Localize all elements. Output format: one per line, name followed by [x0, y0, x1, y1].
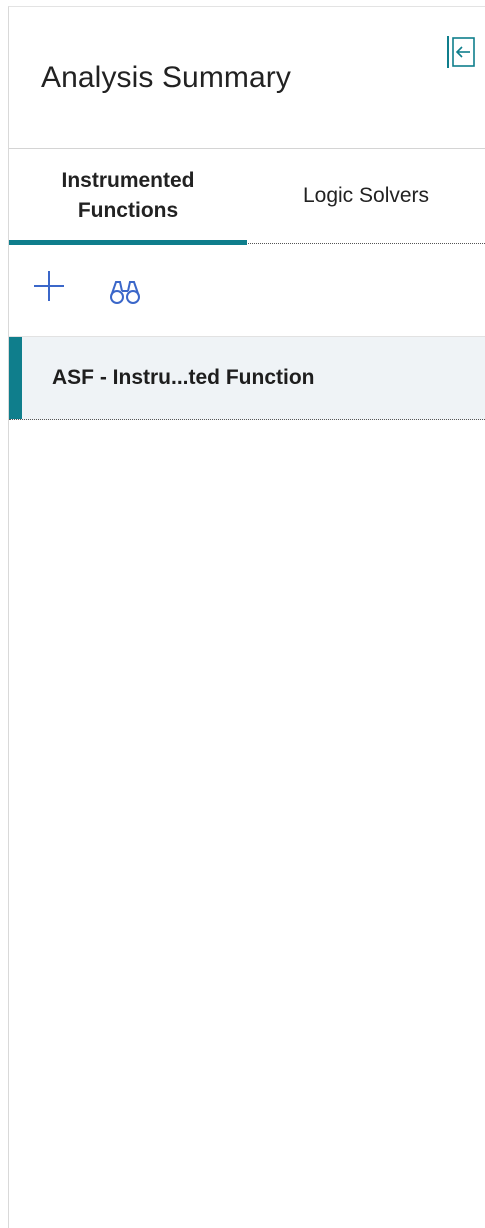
tab-label: Logic Solvers — [302, 184, 430, 207]
binoculars-icon — [110, 281, 140, 304]
tab-bar: Instrumented Functions Logic Solvers — [9, 149, 485, 245]
tab-logic-solvers[interactable]: Logic Solvers — [247, 149, 485, 243]
list-item-label: ASF - Instru...ted Function — [52, 366, 315, 389]
panel-header: Analysis Summary — [9, 7, 485, 149]
tab-instrumented-functions[interactable]: Instrumented Functions — [9, 149, 247, 243]
collapse-panel-left-icon — [447, 36, 475, 68]
analysis-summary-panel: Analysis Summary Instrumented Functions … — [8, 6, 485, 1228]
collapse-panel-button[interactable] — [441, 31, 481, 73]
selection-marker — [9, 337, 22, 419]
search-button[interactable] — [103, 270, 147, 314]
add-button[interactable] — [27, 264, 71, 308]
tab-label: Instrumented Functions — [61, 169, 195, 222]
plus-icon — [34, 271, 64, 301]
function-list: ASF - Instru...ted Function — [9, 337, 485, 420]
page-title: Analysis Summary — [41, 61, 291, 94]
list-item[interactable]: ASF - Instru...ted Function — [9, 337, 485, 420]
toolbar — [9, 244, 485, 337]
